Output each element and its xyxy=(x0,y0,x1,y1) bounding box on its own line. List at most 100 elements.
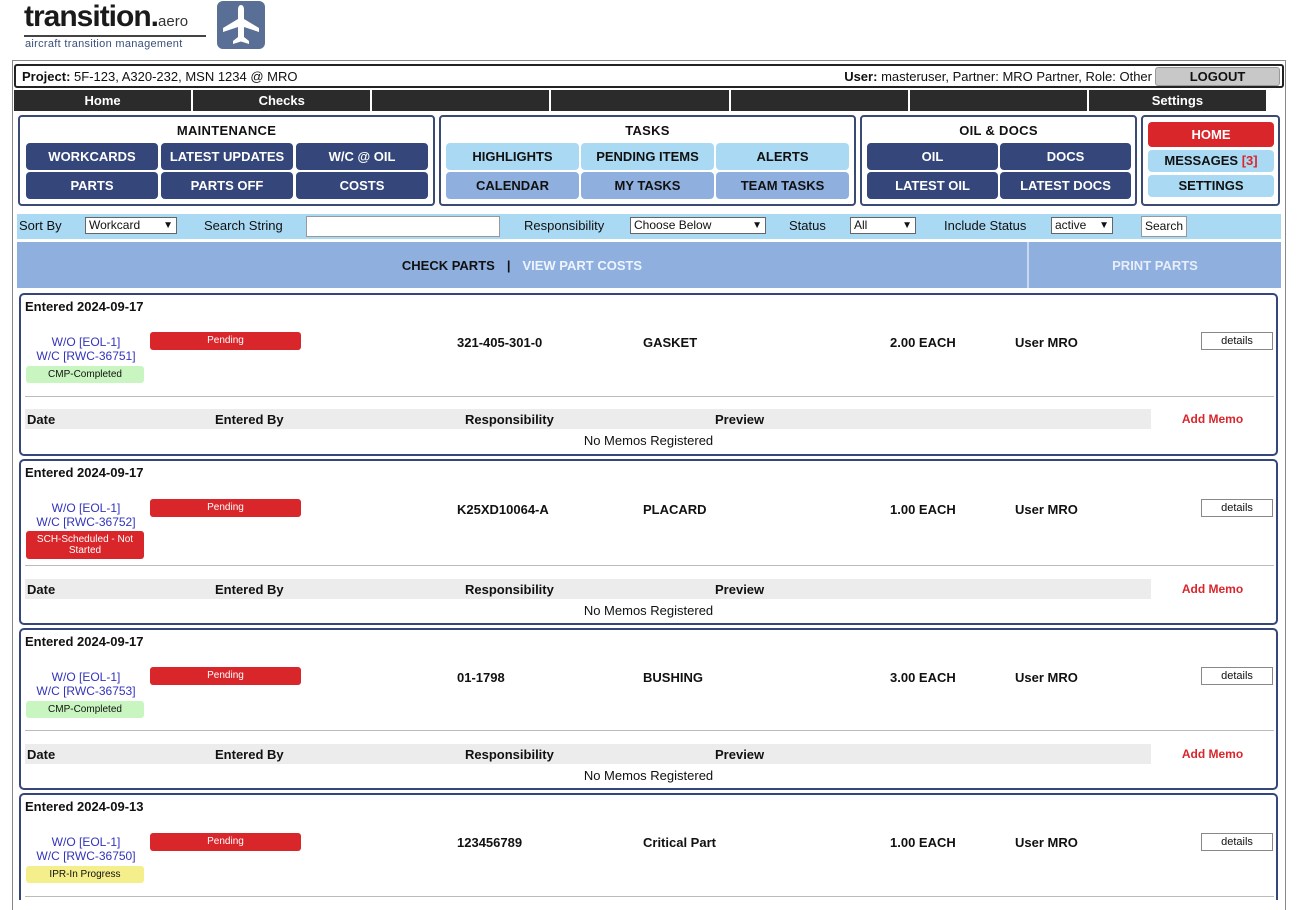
card-divider xyxy=(25,396,1274,397)
nav-empty-2 xyxy=(551,90,731,111)
details-button[interactable]: details xyxy=(1201,667,1273,685)
logout-button[interactable]: LOGOUT xyxy=(1155,67,1280,86)
part-state-badge: Pending xyxy=(150,499,301,517)
sort-by-value: Workcard xyxy=(89,218,141,232)
include-status-label: Include Status xyxy=(944,218,1027,233)
costs-button[interactable]: COSTS xyxy=(296,172,428,199)
part-number: 321-405-301-0 xyxy=(457,335,543,350)
parts-tabs: CHECK PARTS | VIEW PART COSTS xyxy=(17,242,1027,288)
nav-home[interactable]: Home xyxy=(14,90,194,111)
messages-button[interactable]: MESSAGES [3] xyxy=(1148,150,1274,172)
nav-checks[interactable]: Checks xyxy=(193,90,373,111)
workcard-status-badge: CMP-Completed xyxy=(26,366,144,383)
part-user: User MRO xyxy=(1015,670,1078,685)
wc-at-oil-button[interactable]: W/C @ OIL xyxy=(296,143,428,170)
memo-date-header: Date xyxy=(27,582,56,597)
my-tasks-button[interactable]: MY TASKS xyxy=(581,172,714,199)
airplane-logo-icon[interactable] xyxy=(217,1,265,49)
workcard-link[interactable]: W/C [RWC-36750] xyxy=(25,849,147,863)
messages-label: MESSAGES xyxy=(1164,153,1239,168)
logo-underline xyxy=(24,35,206,37)
add-memo-link[interactable]: Add Memo xyxy=(1151,579,1274,599)
memo-entered-by-header: Entered By xyxy=(215,582,284,597)
oil-docs-panel: OIL & DOCS OIL DOCS LATEST OIL LATEST DO… xyxy=(860,115,1137,206)
tab-separator: | xyxy=(506,257,511,273)
settings-button[interactable]: SETTINGS xyxy=(1148,175,1274,197)
workcards-button[interactable]: WORKCARDS xyxy=(26,143,158,170)
search-string-label: Search String xyxy=(204,218,283,233)
pending-items-button[interactable]: PENDING ITEMS xyxy=(581,143,714,170)
part-card: Entered 2024-09-17 W/O [EOL-1] W/C [RWC-… xyxy=(19,293,1278,456)
docs-button[interactable]: DOCS xyxy=(1000,143,1131,170)
parts-tabs-bar: CHECK PARTS | VIEW PART COSTS PRINT PART… xyxy=(17,242,1281,288)
part-number: K25XD10064-A xyxy=(457,502,549,517)
latest-updates-button[interactable]: LATEST UPDATES xyxy=(161,143,293,170)
nav-empty-4 xyxy=(910,90,1089,111)
part-card: Entered 2024-09-13 W/O [EOL-1] W/C [RWC-… xyxy=(19,793,1278,900)
memo-header: Date Entered By Responsibility Preview A… xyxy=(25,744,1274,764)
print-parts-button[interactable]: PRINT PARTS xyxy=(1029,242,1281,288)
part-number: 01-1798 xyxy=(457,670,505,685)
part-description: GASKET xyxy=(643,335,698,350)
sort-by-select[interactable]: Workcard ▼ xyxy=(85,217,177,234)
work-order-link[interactable]: W/O [EOL-1] xyxy=(25,835,147,849)
work-order-link[interactable]: W/O [EOL-1] xyxy=(25,501,147,515)
include-status-select[interactable]: active ▼ xyxy=(1051,217,1113,234)
add-memo-link[interactable]: Add Memo xyxy=(1151,744,1274,764)
memo-preview-header: Preview xyxy=(715,412,765,427)
status-select[interactable]: All ▼ xyxy=(850,217,916,234)
search-input[interactable] xyxy=(306,216,500,237)
nav-empty-3 xyxy=(731,90,910,111)
logo-wordmark[interactable]: transition.aero xyxy=(24,0,188,34)
search-button[interactable]: Search xyxy=(1141,216,1187,237)
work-order-link[interactable]: W/O [EOL-1] xyxy=(25,670,147,684)
maintenance-panel: MAINTENANCE WORKCARDS LATEST UPDATES W/C… xyxy=(18,115,435,206)
memo-entered-by-header: Entered By xyxy=(215,412,284,427)
latest-oil-button[interactable]: LATEST OIL xyxy=(867,172,998,199)
messages-count-badge: [3] xyxy=(1241,153,1258,168)
details-button[interactable]: details xyxy=(1201,499,1273,517)
part-number: 123456789 xyxy=(457,835,523,850)
memo-entered-by-header: Entered By xyxy=(215,747,284,762)
no-memos-text: No Memos Registered xyxy=(583,433,714,448)
alerts-button[interactable]: ALERTS xyxy=(716,143,849,170)
responsibility-label: Responsibility xyxy=(524,218,605,233)
project-info: Project: 5F-123, A320-232, MSN 1234 @ MR… xyxy=(22,69,298,84)
latest-docs-button[interactable]: LATEST DOCS xyxy=(1000,172,1131,199)
memo-header: Date Entered By Responsibility Preview A… xyxy=(25,579,1274,599)
parts-off-button[interactable]: PARTS OFF xyxy=(161,172,293,199)
project-value: 5F-123, A320-232, MSN 1234 @ MRO xyxy=(74,69,298,84)
chevron-down-icon: ▼ xyxy=(752,220,762,231)
logo-suffix: aero xyxy=(158,13,189,30)
main-nav: Home Checks Settings xyxy=(14,90,1266,111)
entered-date: Entered 2024-09-13 xyxy=(25,799,144,814)
logo-word: transition. xyxy=(24,0,159,33)
oil-button[interactable]: OIL xyxy=(867,143,998,170)
add-memo-link[interactable]: Add Memo xyxy=(1151,409,1274,429)
workcard-link[interactable]: W/C [RWC-36752] xyxy=(25,515,147,529)
parts-button[interactable]: PARTS xyxy=(26,172,158,199)
workcard-status-badge: CMP-Completed xyxy=(26,701,144,718)
tab-view-part-costs[interactable]: VIEW PART COSTS xyxy=(522,258,642,273)
workcard-link[interactable]: W/C [RWC-36751] xyxy=(25,349,147,363)
workcard-status-badge: IPR-In Progress xyxy=(26,866,144,883)
filter-bar: Sort By Workcard ▼ Search String Responsi… xyxy=(17,214,1281,239)
details-button[interactable]: details xyxy=(1201,833,1273,851)
entered-date: Entered 2024-09-17 xyxy=(25,465,144,480)
team-tasks-button[interactable]: TEAM TASKS xyxy=(716,172,849,199)
calendar-button[interactable]: CALENDAR xyxy=(446,172,579,199)
nav-empty-1 xyxy=(372,90,552,111)
highlights-button[interactable]: HIGHLIGHTS xyxy=(446,143,579,170)
workcard-link[interactable]: W/C [RWC-36753] xyxy=(25,684,147,698)
home-button[interactable]: HOME xyxy=(1148,122,1274,147)
tab-check-parts[interactable]: CHECK PARTS xyxy=(402,258,495,273)
part-quantity: 2.00 EACH xyxy=(890,335,956,350)
work-order-link[interactable]: W/O [EOL-1] xyxy=(25,335,147,349)
chevron-down-icon: ▼ xyxy=(163,220,173,231)
responsibility-select[interactable]: Choose Below ▼ xyxy=(630,217,766,234)
status-value: All xyxy=(854,218,868,232)
user-value: masteruser, Partner: MRO Partner, Role: … xyxy=(881,69,1152,84)
details-button[interactable]: details xyxy=(1201,332,1273,350)
part-user: User MRO xyxy=(1015,502,1078,517)
nav-settings[interactable]: Settings xyxy=(1089,90,1266,111)
